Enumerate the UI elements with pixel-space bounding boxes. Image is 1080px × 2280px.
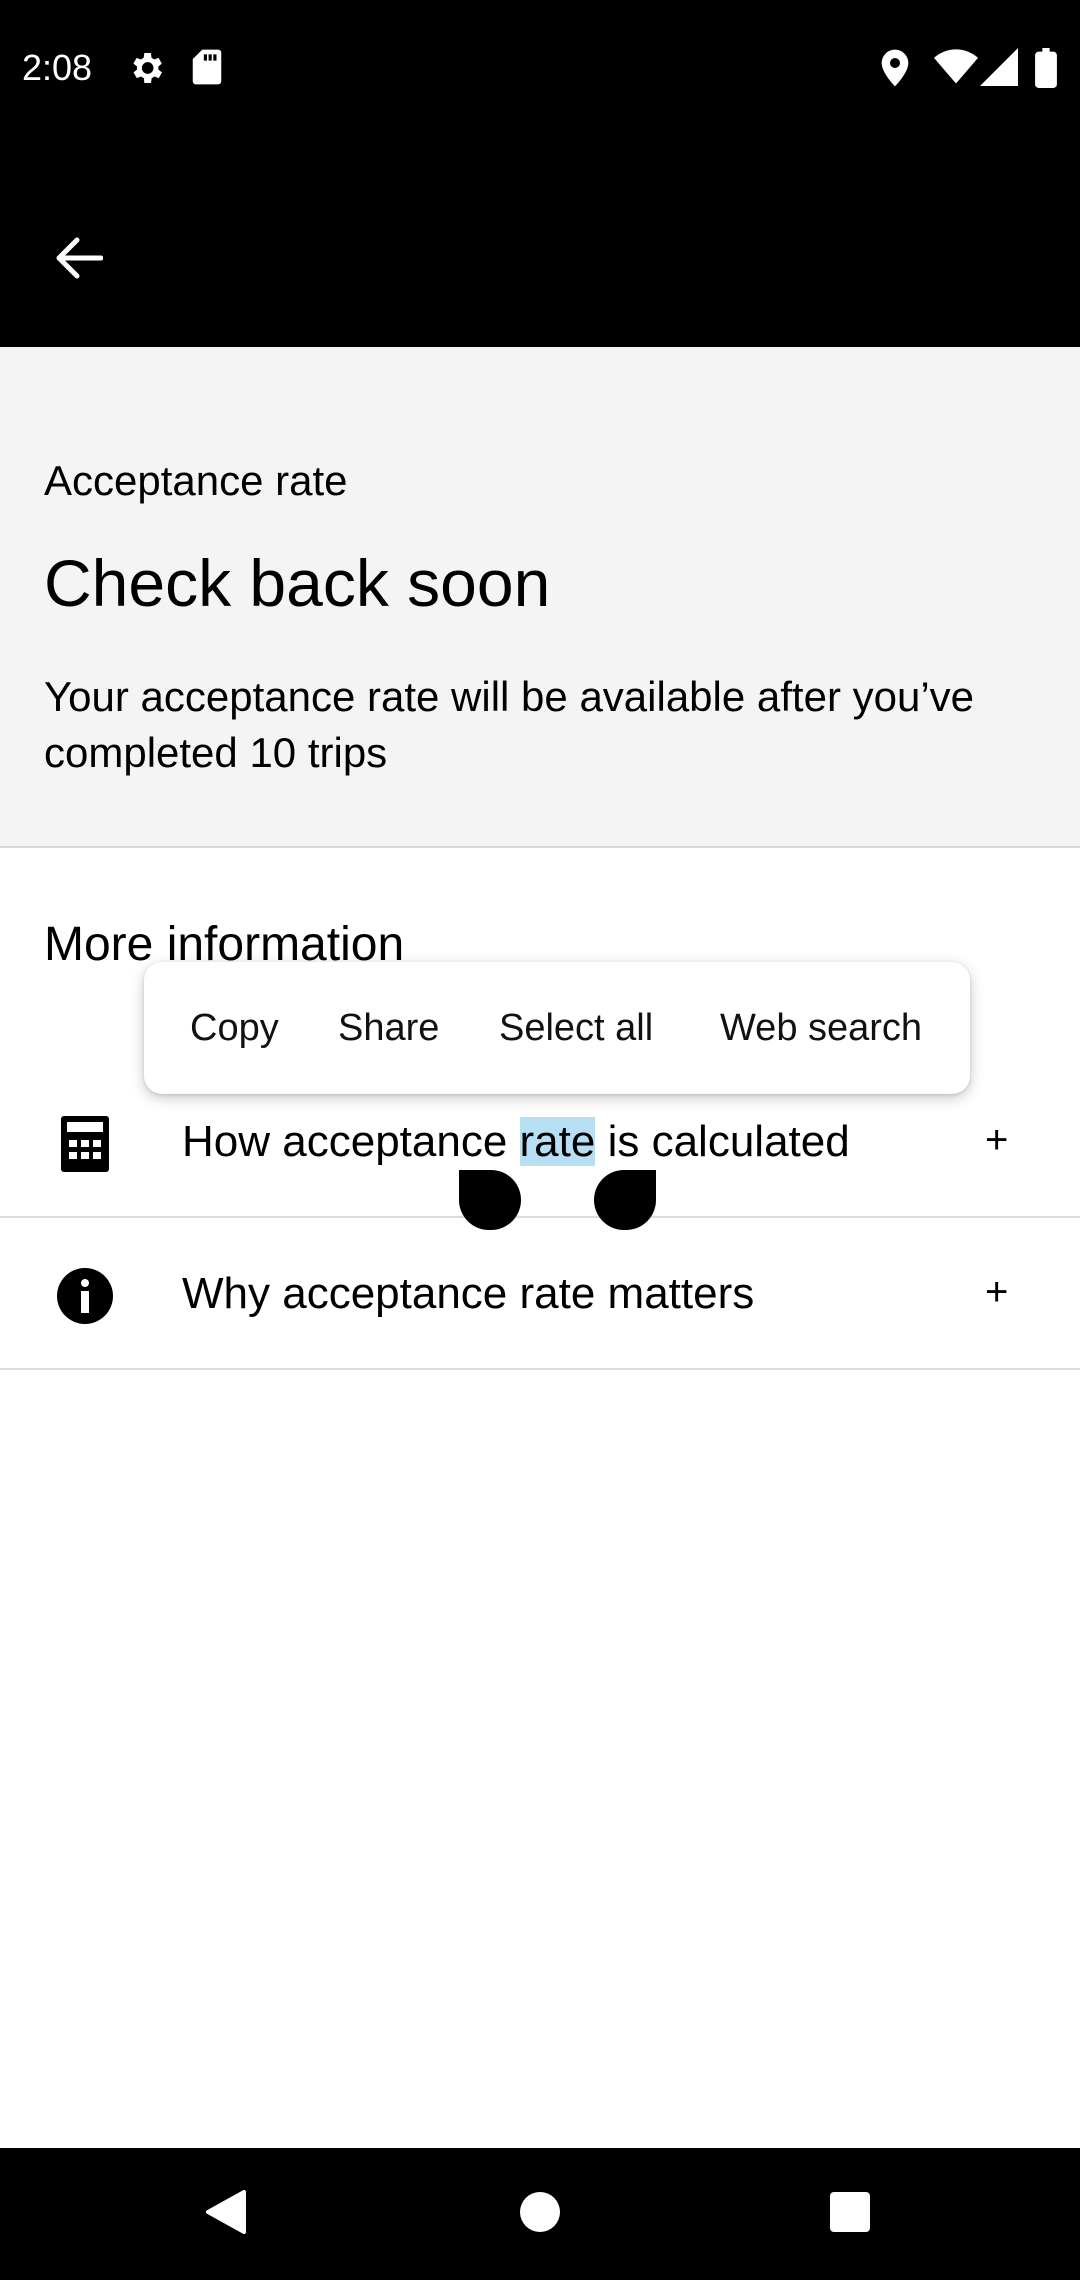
web-search-button[interactable]: Web search [720, 962, 922, 1094]
nav-back-button[interactable] [166, 2148, 286, 2280]
signal-icon [980, 48, 1018, 91]
system-nav-bar [0, 2148, 1080, 2280]
nav-home-button[interactable] [480, 2148, 600, 2280]
accordion-title[interactable]: How acceptance rate is calculated [182, 1112, 850, 1172]
selected-text[interactable]: rate [519, 1117, 596, 1166]
status-bar: 2:08 [0, 0, 1080, 140]
status-time: 2:08 [22, 47, 93, 88]
selection-handle-start[interactable] [459, 1170, 521, 1230]
back-triangle-icon [204, 2188, 248, 2241]
select-all-button[interactable]: Select all [499, 962, 653, 1094]
app-bar [0, 140, 1080, 347]
text-selection-menu: Copy Share Select all Web search [144, 962, 970, 1094]
sd-card-icon [190, 48, 224, 91]
share-button[interactable]: Share [338, 962, 439, 1094]
calculator-icon [55, 1114, 115, 1174]
back-button[interactable] [38, 220, 118, 300]
wifi-icon [934, 48, 978, 91]
arrow-left-icon [53, 236, 104, 285]
info-icon [55, 1266, 115, 1326]
acceptance-rate-summary: Acceptance rate Check back soon Your acc… [0, 347, 1080, 848]
home-circle-icon [518, 2190, 562, 2239]
expand-icon[interactable]: + [985, 1260, 1008, 1324]
accordion-item-why-matters[interactable]: Why acceptance rate matters + [0, 1220, 1080, 1370]
copy-button[interactable]: Copy [190, 962, 279, 1094]
nav-recents-button[interactable] [790, 2148, 910, 2280]
summary-description: Your acceptance rate will be available a… [44, 673, 975, 776]
gear-icon [126, 48, 166, 93]
location-icon [878, 48, 912, 93]
battery-icon [1034, 48, 1058, 93]
expand-icon[interactable]: + [985, 1108, 1008, 1172]
recents-square-icon [829, 2191, 871, 2238]
section-label: Acceptance rate [44, 457, 348, 504]
selection-handle-end[interactable] [594, 1170, 656, 1230]
accordion-title[interactable]: Why acceptance rate matters [182, 1264, 754, 1324]
page-title: Check back soon [44, 546, 551, 620]
